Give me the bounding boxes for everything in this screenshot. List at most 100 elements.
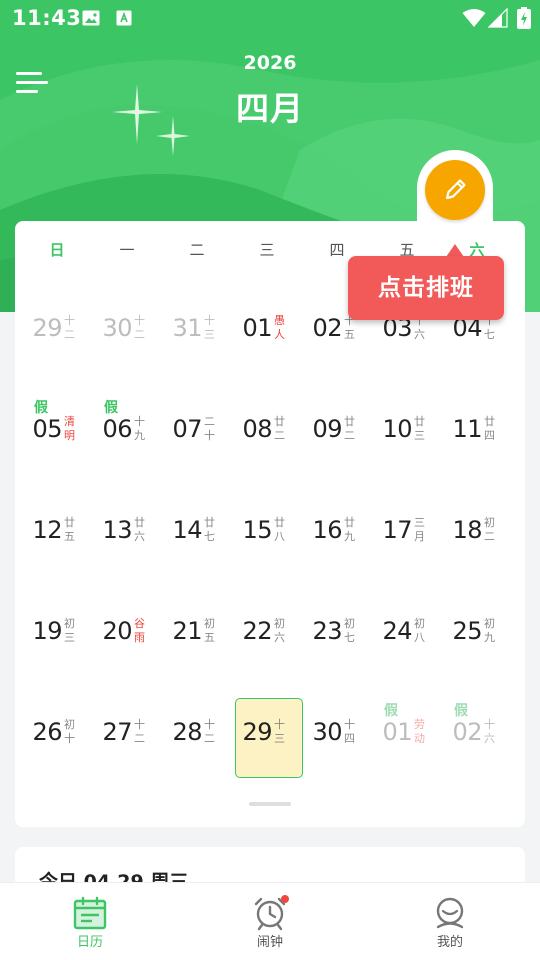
calendar-icon — [73, 896, 107, 930]
day-cell[interactable]: 09 廿二 — [302, 393, 372, 473]
nav-item-alarm[interactable]: 闹钟 — [180, 883, 360, 960]
day-cell[interactable]: 30 十二 — [92, 292, 162, 372]
lunar-date: 十四 — [344, 718, 355, 745]
nav-item-profile[interactable]: 我的 — [360, 883, 540, 960]
festival-label: 清明 — [64, 415, 75, 442]
today-detail-card[interactable]: 今日 04.29 周三 — [15, 847, 525, 887]
lunar-date: 初八 — [414, 617, 425, 644]
lunar-date: 廿三 — [414, 415, 425, 442]
day-cell[interactable]: 21 初五 — [162, 595, 232, 675]
day-cell[interactable]: 23 初七 — [302, 595, 372, 675]
lunar-date: 十二 — [204, 718, 215, 745]
day-number: 30 — [312, 718, 342, 746]
day-cell[interactable]: 30 十四 — [302, 696, 372, 776]
lunar-date: 廿六 — [134, 516, 145, 543]
day-cell[interactable]: 18 初二 — [442, 494, 512, 574]
day-cell[interactable]: 假 02 十六 — [442, 696, 512, 776]
festival-label: 劳动 — [414, 718, 425, 745]
year-label: 2026 — [243, 52, 297, 74]
schedule-tooltip[interactable]: 点击排班 — [348, 256, 504, 320]
profile-icon — [436, 897, 464, 929]
signal-icon — [488, 8, 508, 28]
day-cell[interactable]: 27 十二 — [92, 696, 162, 776]
lunar-date: 廿四 — [484, 415, 495, 442]
day-cell[interactable]: 07 二十 — [162, 393, 232, 473]
weekday-label: 三 — [259, 241, 275, 259]
day-number: 08 — [242, 415, 272, 443]
day-cell[interactable]: 08 廿二 — [232, 393, 302, 473]
day-number: 21 — [172, 617, 202, 645]
nav-item-calendar[interactable]: 日历 — [0, 883, 180, 960]
day-cell[interactable]: 01 愚人 — [232, 292, 302, 372]
day-number: 20 — [102, 617, 132, 645]
day-number: 07 — [172, 415, 202, 443]
holiday-badge: 假 — [384, 703, 398, 719]
lunar-date: 廿二 — [274, 415, 285, 442]
status-time: 11:43 — [12, 6, 82, 30]
day-number: 15 — [242, 516, 272, 544]
day-cell[interactable]: 假 05 清明 — [22, 393, 92, 473]
day-number: 28 — [172, 718, 202, 746]
day-cell[interactable]: 10 廿三 — [372, 393, 442, 473]
day-number: 19 — [32, 617, 62, 645]
lunar-date: 初三 — [64, 617, 75, 644]
edit-schedule-button[interactable] — [425, 160, 485, 220]
day-cell[interactable]: 19 初三 — [22, 595, 92, 675]
day-number: 29 — [32, 314, 62, 342]
month-title[interactable]: 四月 — [0, 82, 540, 130]
text-a-icon — [116, 10, 132, 26]
day-cell[interactable]: 20 谷雨 — [92, 595, 162, 675]
day-number: 25 — [452, 617, 482, 645]
day-cell[interactable]: 25 初九 — [442, 595, 512, 675]
lunar-date: 初二 — [484, 516, 495, 543]
day-number: 29 — [242, 718, 272, 746]
day-cell[interactable]: 29 十二 — [22, 292, 92, 372]
day-cell[interactable]: 15 廿八 — [232, 494, 302, 574]
nav-label-profile: 我的 — [436, 935, 463, 950]
lunar-date: 廿二 — [344, 415, 355, 442]
lunar-date: 廿八 — [274, 516, 285, 543]
day-cell[interactable]: 11 廿四 — [442, 393, 512, 473]
day-number: 23 — [312, 617, 342, 645]
day-cell-today[interactable]: 29 十三 — [232, 696, 303, 778]
day-cell[interactable]: 28 十二 — [162, 696, 232, 776]
day-number: 05 — [32, 415, 62, 443]
lunar-date: 十二 — [134, 718, 145, 745]
weekday-label: 日 — [49, 241, 65, 259]
day-number: 27 — [102, 718, 132, 746]
day-number: 30 — [102, 314, 132, 342]
day-cell[interactable]: 24 初八 — [372, 595, 442, 675]
lunar-date: 十六 — [484, 718, 495, 745]
lunar-date: 初六 — [274, 617, 285, 644]
day-cell[interactable]: 22 初六 — [232, 595, 302, 675]
day-cell[interactable]: 17 三月 — [372, 494, 442, 574]
status-bar: 11:43 — [0, 0, 540, 36]
weekday-label: 一 — [119, 241, 135, 259]
lunar-date: 十二 — [134, 314, 145, 341]
holiday-badge: 假 — [104, 400, 118, 416]
day-cell[interactable]: 16 廿九 — [302, 494, 372, 574]
day-number: 13 — [102, 516, 132, 544]
day-number: 12 — [32, 516, 62, 544]
day-number: 01 — [382, 718, 412, 746]
day-cell[interactable]: 14 廿七 — [162, 494, 232, 574]
bottom-nav: 日历 闹钟 我的 — [0, 882, 540, 960]
drag-handle[interactable] — [249, 802, 291, 806]
nav-label-alarm: 闹钟 — [256, 935, 283, 950]
lunar-date: 二十 — [204, 415, 215, 442]
day-number: 02 — [312, 314, 342, 342]
day-cell[interactable]: 13 廿六 — [92, 494, 162, 574]
day-cell[interactable]: 26 初十 — [22, 696, 92, 776]
weekday-label: 二 — [189, 241, 205, 259]
day-cell[interactable]: 31 十三 — [162, 292, 232, 372]
lunar-date: 廿七 — [204, 516, 215, 543]
day-number: 17 — [382, 516, 412, 544]
day-cell[interactable]: 假 01 劳动 — [372, 696, 442, 776]
lunar-date: 十九 — [134, 415, 145, 442]
day-cell[interactable]: 12 廿五 — [22, 494, 92, 574]
day-cell[interactable]: 假 06 十九 — [92, 393, 162, 473]
day-number: 18 — [452, 516, 482, 544]
day-number: 22 — [242, 617, 272, 645]
day-number: 16 — [312, 516, 342, 544]
festival-label: 谷雨 — [134, 617, 145, 644]
